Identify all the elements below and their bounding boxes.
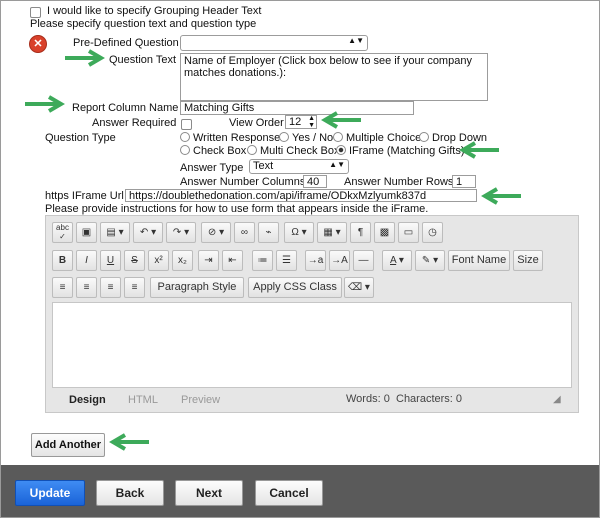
- underline-icon[interactable]: U: [100, 250, 121, 271]
- link-icon[interactable]: ∞: [234, 222, 255, 243]
- type-yes-no[interactable]: Yes / No: [279, 132, 333, 144]
- bullet-list-icon[interactable]: ☰: [276, 250, 297, 271]
- report-column-input[interactable]: Matching Gifts: [180, 101, 414, 115]
- answer-required-label: Answer Required: [92, 117, 177, 129]
- superscript-icon[interactable]: x²: [148, 250, 169, 271]
- radio-icon: [279, 132, 289, 142]
- iframe-instructions: Please provide instructions for how to u…: [45, 203, 429, 215]
- italic-icon[interactable]: I: [76, 250, 97, 271]
- answer-type-select[interactable]: Text ▲▼: [249, 159, 349, 174]
- resize-handle-icon[interactable]: ◢: [553, 394, 561, 405]
- iframe-url-input[interactable]: https://doublethedonation.com/api/iframe…: [125, 189, 477, 202]
- outdent-icon[interactable]: ⇤: [222, 250, 243, 271]
- align-center-icon[interactable]: ≡: [76, 277, 97, 298]
- back-button[interactable]: Back: [96, 480, 164, 506]
- radio-icon: [180, 145, 190, 155]
- paragraph-style-dropdown[interactable]: Paragraph Style: [150, 277, 244, 298]
- highlight-icon[interactable]: ✎ ▾: [415, 250, 445, 271]
- strikethrough-icon[interactable]: S: [124, 250, 145, 271]
- arrow-left-icon: [459, 141, 499, 159]
- select-arrows-icon: ▲▼: [329, 160, 345, 169]
- rich-text-editor: abc ✓ ▣ ▤ ▾ ↶ ▾ ↷ ▾ ⊘ ▾ ∞ ⌁ Ω ▾ ▦ ▾ ¶ ▩ ▭…: [45, 215, 579, 413]
- bold-icon[interactable]: B: [52, 250, 73, 271]
- tab-html[interactable]: HTML: [128, 394, 158, 406]
- grouping-header-checkbox[interactable]: [30, 7, 41, 18]
- horizontal-rule-icon[interactable]: —: [353, 250, 374, 271]
- type-iframe-matching-gifts[interactable]: IFrame (Matching Gifts): [336, 145, 465, 157]
- subscript-icon[interactable]: x₂: [172, 250, 193, 271]
- eraser-icon[interactable]: ⌫ ▾: [344, 277, 374, 298]
- answer-required-checkbox[interactable]: [181, 119, 192, 130]
- radio-icon: [180, 132, 190, 142]
- radio-icon: [419, 132, 429, 142]
- cancel-button[interactable]: Cancel: [255, 480, 323, 506]
- find-icon[interactable]: ▣: [76, 222, 97, 243]
- view-order-label: View Order: [229, 117, 284, 129]
- report-column-label: Report Column Name: [72, 102, 179, 114]
- type-check-box[interactable]: Check Box: [180, 145, 246, 157]
- arrow-right-icon: [25, 95, 65, 113]
- justify-icon[interactable]: ≡: [124, 277, 145, 298]
- question-text-label: Question Text: [109, 54, 177, 66]
- stepper-arrows-icon[interactable]: ▲ ▼: [308, 116, 315, 128]
- font-color-icon[interactable]: A ▾: [382, 250, 412, 271]
- radio-icon: [333, 132, 343, 142]
- date-icon[interactable]: ▭: [398, 222, 419, 243]
- delete-question-icon[interactable]: ✕: [29, 35, 47, 53]
- predefined-question-select[interactable]: ▲▼: [180, 35, 368, 51]
- view-order-stepper[interactable]: 12 ▲ ▼: [285, 115, 317, 129]
- editor-content-area[interactable]: [52, 302, 572, 388]
- spellcheck-icon[interactable]: abc ✓: [52, 222, 73, 243]
- answer-rows-input[interactable]: 1: [452, 175, 476, 188]
- time-icon[interactable]: ◷: [422, 222, 443, 243]
- image-icon[interactable]: ▩: [374, 222, 395, 243]
- apply-css-class-dropdown[interactable]: Apply CSS Class: [248, 277, 342, 298]
- decrease-font-icon[interactable]: →a: [305, 250, 326, 271]
- font-name-dropdown[interactable]: Font Name: [448, 250, 510, 271]
- grouping-header-label: I would like to specify Grouping Header …: [47, 5, 262, 17]
- radio-icon: [247, 145, 257, 155]
- add-another-button[interactable]: Add Another: [31, 433, 105, 457]
- answer-rows-label: Answer Number Rows: [344, 176, 454, 188]
- arrow-left-icon: [109, 433, 149, 451]
- unlink-icon[interactable]: ⌁: [258, 222, 279, 243]
- word-count: Words: 0: [346, 393, 390, 405]
- align-left-icon[interactable]: ≡: [52, 277, 73, 298]
- answer-type-label: Answer Type: [180, 162, 244, 174]
- numbered-list-icon[interactable]: ≔: [252, 250, 273, 271]
- tab-preview[interactable]: Preview: [181, 394, 220, 406]
- arrow-left-icon: [321, 111, 361, 129]
- arrow-left-icon: [481, 187, 521, 205]
- attach-icon[interactable]: ⊘ ▾: [201, 222, 231, 243]
- table-icon[interactable]: ▦ ▾: [317, 222, 347, 243]
- answer-columns-label: Answer Number Columns: [180, 176, 306, 188]
- indent-icon[interactable]: ⇥: [198, 250, 219, 271]
- undo-icon[interactable]: ↶ ▾: [133, 222, 163, 243]
- predefined-question-label: Pre-Defined Question: [73, 37, 179, 49]
- character-count: Characters: 0: [396, 393, 463, 405]
- tab-design[interactable]: Design: [69, 394, 106, 406]
- align-right-icon[interactable]: ≡: [100, 277, 121, 298]
- font-size-dropdown[interactable]: Size: [513, 250, 543, 271]
- radio-selected-icon: [336, 145, 346, 155]
- select-arrows-icon: ▲▼: [348, 36, 364, 45]
- special-char-icon[interactable]: Ω ▾: [284, 222, 314, 243]
- specify-instructions: Please specify question text and questio…: [30, 18, 257, 30]
- question-text-textarea[interactable]: Name of Employer (Click box below to see…: [180, 53, 488, 101]
- type-written-response[interactable]: Written Response: [180, 132, 280, 144]
- next-button[interactable]: Next: [175, 480, 243, 506]
- type-multi-check-box[interactable]: Multi Check Box: [247, 145, 339, 157]
- answer-columns-input[interactable]: 40: [303, 175, 327, 188]
- increase-font-icon[interactable]: →A: [329, 250, 350, 271]
- paste-icon[interactable]: ▤ ▾: [100, 222, 130, 243]
- arrow-right-icon: [65, 49, 105, 67]
- type-multiple-choice[interactable]: Multiple Choice: [333, 132, 421, 144]
- iframe-url-label: https IFrame Url: [45, 190, 124, 202]
- form-frame: I would like to specify Grouping Header …: [0, 0, 600, 518]
- question-type-label: Question Type: [45, 132, 116, 144]
- paragraph-icon[interactable]: ¶: [350, 222, 371, 243]
- update-button[interactable]: Update: [15, 480, 85, 506]
- redo-icon[interactable]: ↷ ▾: [166, 222, 196, 243]
